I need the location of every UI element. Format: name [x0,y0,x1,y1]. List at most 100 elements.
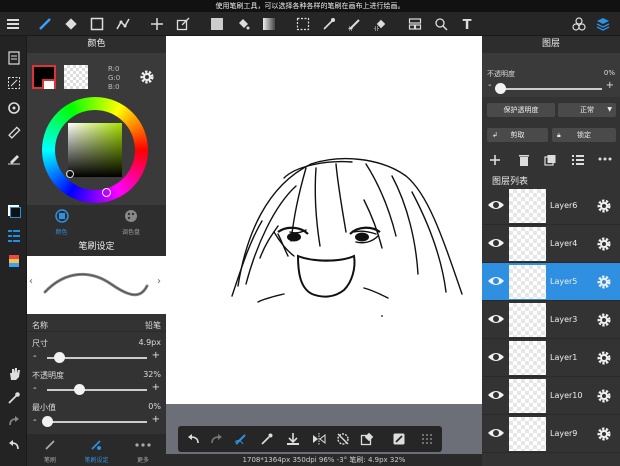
redo-icon[interactable] [4,412,23,431]
visibility-eye-icon[interactable] [487,389,505,401]
size-minus-button[interactable]: - [33,351,37,362]
min-minus-button[interactable]: - [33,415,37,426]
add-layer-icon[interactable] [489,154,501,166]
min-slider-knob[interactable] [42,416,53,427]
size-plus-button[interactable]: + [152,350,160,361]
quick-eyedropper-icon[interactable] [260,432,274,446]
color-panel-toggle-icon[interactable] [4,201,23,220]
materials-panel-icon[interactable] [570,15,588,33]
layer-row[interactable]: Layer10 [482,377,620,415]
drawing-canvas[interactable] [166,36,482,404]
tab-brush-settings[interactable]: 笔刷设定 [73,434,120,466]
select-eraser-icon[interactable] [372,15,390,33]
hue-picker-knob[interactable] [102,188,111,197]
grid-menu-icon[interactable] [420,432,434,446]
visibility-eye-icon[interactable] [487,427,505,439]
brush-tool-icon[interactable] [36,15,54,33]
min-slider[interactable] [47,421,147,423]
min-plus-button[interactable]: + [152,414,160,425]
flip-canvas-icon[interactable] [312,432,326,446]
layer-row[interactable]: Layer9 [482,415,620,453]
opacity-slider-knob[interactable] [74,384,85,395]
tab-palette[interactable]: 调色盘 [96,205,166,239]
shape-tool-icon[interactable] [88,15,106,33]
material-icon[interactable] [432,15,450,33]
select-rect-icon[interactable] [294,15,312,33]
ruler-icon[interactable] [4,123,23,142]
clear-layer-icon[interactable] [360,432,374,446]
opacity-plus-button[interactable]: + [152,382,160,393]
stabilizer-icon[interactable] [234,432,248,446]
brush-name-row[interactable]: 名称 铅笔 [27,316,166,332]
text-tool-icon[interactable]: T [458,15,476,33]
layer-row[interactable]: Layer3 [482,301,620,339]
frame-divider-icon[interactable] [406,15,424,33]
gradient-tool-icon[interactable] [260,15,278,33]
protect-alpha-button[interactable]: 保护透明度 [487,103,555,117]
visibility-eye-icon[interactable] [487,199,505,211]
transform-tool-icon[interactable] [174,15,192,33]
layer-settings-gear-icon[interactable] [596,198,612,214]
undo-icon[interactable] [4,436,23,455]
color-settings-gear-icon[interactable] [139,69,155,85]
size-slider-knob[interactable] [54,352,65,363]
layer-row[interactable]: Layer6 [482,187,620,225]
layer-settings-gear-icon[interactable] [596,388,612,404]
layer-list-icon[interactable] [572,154,584,166]
delete-layer-icon[interactable] [518,154,530,166]
layer-settings-gear-icon[interactable] [596,312,612,328]
layer-opacity-slider-knob[interactable] [495,83,506,94]
no-snap-icon[interactable] [336,432,350,446]
layer-opacity-plus-button[interactable]: + [606,80,614,91]
next-brush-chevron-icon[interactable]: › [157,276,161,287]
opacity-minus-button[interactable]: - [33,383,37,394]
color-palette-icon[interactable] [4,251,23,270]
tab-color[interactable]: 颜色 [27,205,96,239]
layer-row[interactable]: Layer5 [482,263,620,301]
visibility-eye-icon[interactable] [487,275,505,287]
fill-color-icon[interactable] [208,15,226,33]
layer-settings-gear-icon[interactable] [596,236,612,252]
pen-snap-icon[interactable] [4,148,23,167]
redo-quick-icon[interactable] [210,432,224,446]
magic-wand-icon[interactable] [320,15,338,33]
visibility-eye-icon[interactable] [487,237,505,249]
move-tool-icon[interactable] [148,15,166,33]
layer-settings-gear-icon[interactable] [596,350,612,366]
menu-icon[interactable] [4,15,22,33]
select-pen-icon[interactable] [346,15,364,33]
saturation-value-square[interactable] [68,123,122,177]
rotate-icon[interactable] [4,98,23,117]
transparent-color-swatch[interactable] [64,65,88,89]
deselect-icon[interactable] [4,73,23,92]
layer-row[interactable]: Layer4 [482,225,620,263]
layer-more-icon[interactable] [598,157,612,161]
blend-mode-select[interactable]: 正常 ▼ [558,103,616,117]
document-icon[interactable] [4,48,23,67]
layer-settings-gear-icon[interactable] [596,426,612,442]
visibility-eye-icon[interactable] [487,313,505,325]
opacity-slider[interactable] [47,389,147,391]
layer-row[interactable]: Layer1 [482,339,620,377]
save-download-icon[interactable] [286,432,300,446]
visibility-eye-icon[interactable] [487,351,505,363]
clip-button[interactable]: ↲ 剪取 [487,128,548,142]
undo-quick-icon[interactable] [186,432,200,446]
layers-panel-icon[interactable] [594,15,612,33]
layer-opacity-minus-button[interactable]: - [488,80,492,91]
layer-settings-gear-icon[interactable] [596,274,612,290]
bucket-tool-icon[interactable] [234,15,252,33]
lock-button[interactable]: 🔒︎ 锁定 [552,128,616,142]
brush-list-icon[interactable] [4,226,23,245]
sv-picker-knob[interactable] [66,170,74,178]
tab-more[interactable]: 更多 [120,434,166,466]
reference-window-icon[interactable] [392,432,406,446]
hand-tool-icon[interactable] [4,364,23,383]
curve-tool-icon[interactable] [114,15,132,33]
tab-brush[interactable]: 笔刷 [27,434,73,466]
eyedropper-icon[interactable] [4,388,23,407]
layer-opacity-slider[interactable] [500,88,602,90]
prev-brush-chevron-icon[interactable]: ‹ [29,276,33,287]
eraser-tool-icon[interactable] [62,15,80,33]
duplicate-layer-icon[interactable] [544,154,556,166]
